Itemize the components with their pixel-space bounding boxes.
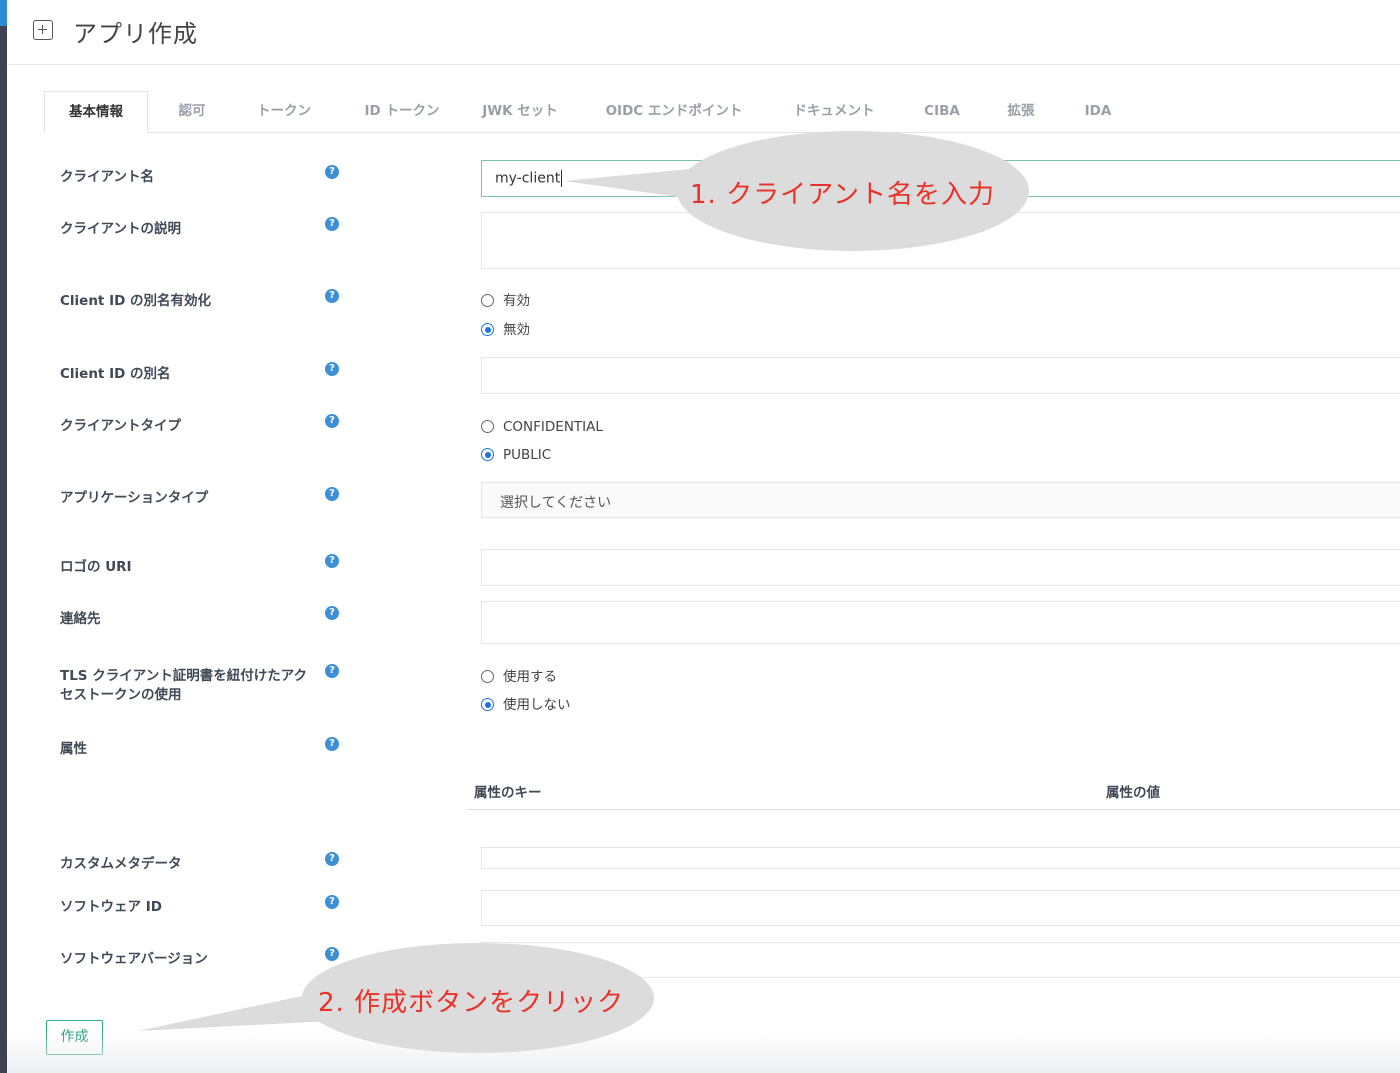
annotation-callouts: [138, 131, 1029, 1053]
callout-1-text: 1. クライアント名を入力: [690, 180, 996, 210]
callout-2-text: 2. 作成ボタンをクリック: [318, 988, 625, 1018]
